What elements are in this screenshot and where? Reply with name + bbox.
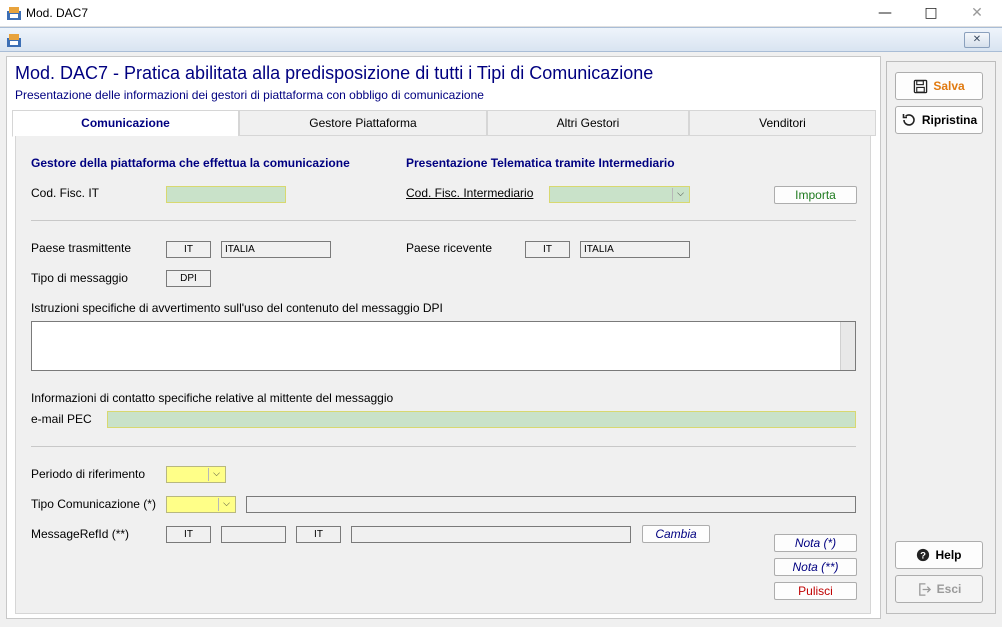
divider bbox=[31, 446, 856, 447]
tipo-comunicazione-label: Tipo Comunicazione (*) bbox=[31, 497, 156, 511]
maximize-button[interactable]: □ bbox=[908, 0, 954, 27]
tab-venditori[interactable]: Venditori bbox=[689, 110, 876, 136]
paese-ricevente-label: Paese ricevente bbox=[406, 241, 493, 255]
esci-label: Esci bbox=[936, 582, 962, 596]
ripristina-button[interactable]: Ripristina bbox=[895, 106, 983, 134]
email-pec-input[interactable] bbox=[107, 411, 856, 428]
nota-2-button[interactable]: Nota (**) bbox=[774, 558, 857, 576]
close-button[interactable]: ✕ bbox=[954, 0, 1000, 27]
message-ref-part-2 bbox=[221, 526, 286, 543]
exit-icon bbox=[918, 582, 931, 596]
intermediario-section-title: Presentazione Telematica tramite Interme… bbox=[406, 156, 675, 170]
chevron-down-icon: ⌵ bbox=[208, 468, 224, 481]
cod-fisc-input[interactable] bbox=[166, 186, 286, 203]
paese-ricevente-name: ITALIA bbox=[580, 241, 690, 258]
page-title: Mod. DAC7 - Pratica abilitata alla predi… bbox=[15, 63, 654, 83]
help-button[interactable]: ? Help bbox=[895, 541, 983, 569]
question-mark-icon: ? bbox=[917, 548, 930, 562]
mdi-close-button[interactable]: ✕ bbox=[964, 32, 990, 48]
email-pec-label: e-mail PEC bbox=[31, 412, 92, 426]
cod-fisc-label: Cod. Fisc. IT bbox=[31, 186, 100, 200]
main-panel: Mod. DAC7 - Pratica abilitata alla predi… bbox=[6, 56, 881, 619]
action-sidebar: Salva Ripristina ? Help Esci bbox=[886, 61, 996, 614]
mdi-child-bar: ✕ bbox=[0, 27, 1002, 52]
salva-button[interactable]: Salva bbox=[895, 72, 983, 100]
tipo-comunicazione-description bbox=[246, 496, 856, 513]
gestore-section-title: Gestore della piattaforma che effettua l… bbox=[31, 156, 350, 170]
tab-gestore-piattaforma[interactable]: Gestore Piattaforma bbox=[239, 110, 487, 136]
esci-button[interactable]: Esci bbox=[895, 575, 983, 603]
paese-trasmittente-name: ITALIA bbox=[221, 241, 331, 258]
minimize-button[interactable]: — bbox=[862, 0, 908, 27]
ripristina-label: Ripristina bbox=[921, 113, 978, 127]
istruzioni-textarea[interactable] bbox=[31, 321, 856, 371]
message-ref-label: MessageRefId (**) bbox=[31, 527, 130, 541]
paese-ricevente-code: IT bbox=[525, 241, 570, 258]
message-ref-part-4 bbox=[351, 526, 631, 543]
tab-altri-gestori[interactable]: Altri Gestori bbox=[487, 110, 689, 136]
app-icon bbox=[7, 7, 21, 20]
chevron-down-icon: ⌵ bbox=[672, 188, 688, 201]
message-ref-country-2: IT bbox=[296, 526, 341, 543]
pulisci-button[interactable]: Pulisci bbox=[774, 582, 857, 600]
tab-comunicazione[interactable]: Comunicazione bbox=[12, 110, 239, 137]
divider bbox=[31, 220, 856, 221]
cambia-button[interactable]: Cambia bbox=[642, 525, 710, 543]
periodo-select[interactable]: ⌵ bbox=[166, 466, 226, 483]
app-icon bbox=[7, 34, 21, 47]
tab-content-comunicazione: Gestore della piattaforma che effettua l… bbox=[15, 136, 871, 614]
chevron-down-icon: ⌵ bbox=[218, 498, 234, 511]
refresh-icon bbox=[902, 114, 915, 126]
contatto-label: Informazioni di contatto specifiche rela… bbox=[31, 391, 394, 405]
cod-fisc-intermediario-select[interactable]: ⌵ bbox=[549, 186, 690, 203]
paese-trasmittente-code: IT bbox=[166, 241, 211, 258]
istruzioni-label: Istruzioni specifiche di avvertimento su… bbox=[31, 301, 443, 315]
nota-1-button[interactable]: Nota (*) bbox=[774, 534, 857, 552]
floppy-disk-icon bbox=[914, 79, 928, 93]
tipo-comunicazione-select[interactable]: ⌵ bbox=[166, 496, 236, 513]
window-title: Mod. DAC7 bbox=[26, 6, 89, 20]
page-subtitle: Presentazione delle informazioni dei ges… bbox=[15, 88, 484, 102]
tipo-messaggio-value: DPI bbox=[166, 270, 211, 287]
salva-label: Salva bbox=[933, 79, 965, 93]
help-label: Help bbox=[935, 548, 962, 562]
svg-text:?: ? bbox=[921, 551, 927, 562]
istruzioni-scrollbar[interactable] bbox=[840, 322, 855, 370]
periodo-label: Periodo di riferimento bbox=[31, 467, 146, 481]
window-titlebar: Mod. DAC7 — □ ✕ bbox=[0, 0, 1002, 27]
importa-button[interactable]: Importa bbox=[774, 186, 857, 204]
cod-fisc-intermediario-label[interactable]: Cod. Fisc. Intermediario bbox=[406, 186, 533, 200]
message-ref-country-1: IT bbox=[166, 526, 211, 543]
tipo-messaggio-label: Tipo di messaggio bbox=[31, 271, 128, 285]
paese-trasmittente-label: Paese trasmittente bbox=[31, 241, 132, 255]
